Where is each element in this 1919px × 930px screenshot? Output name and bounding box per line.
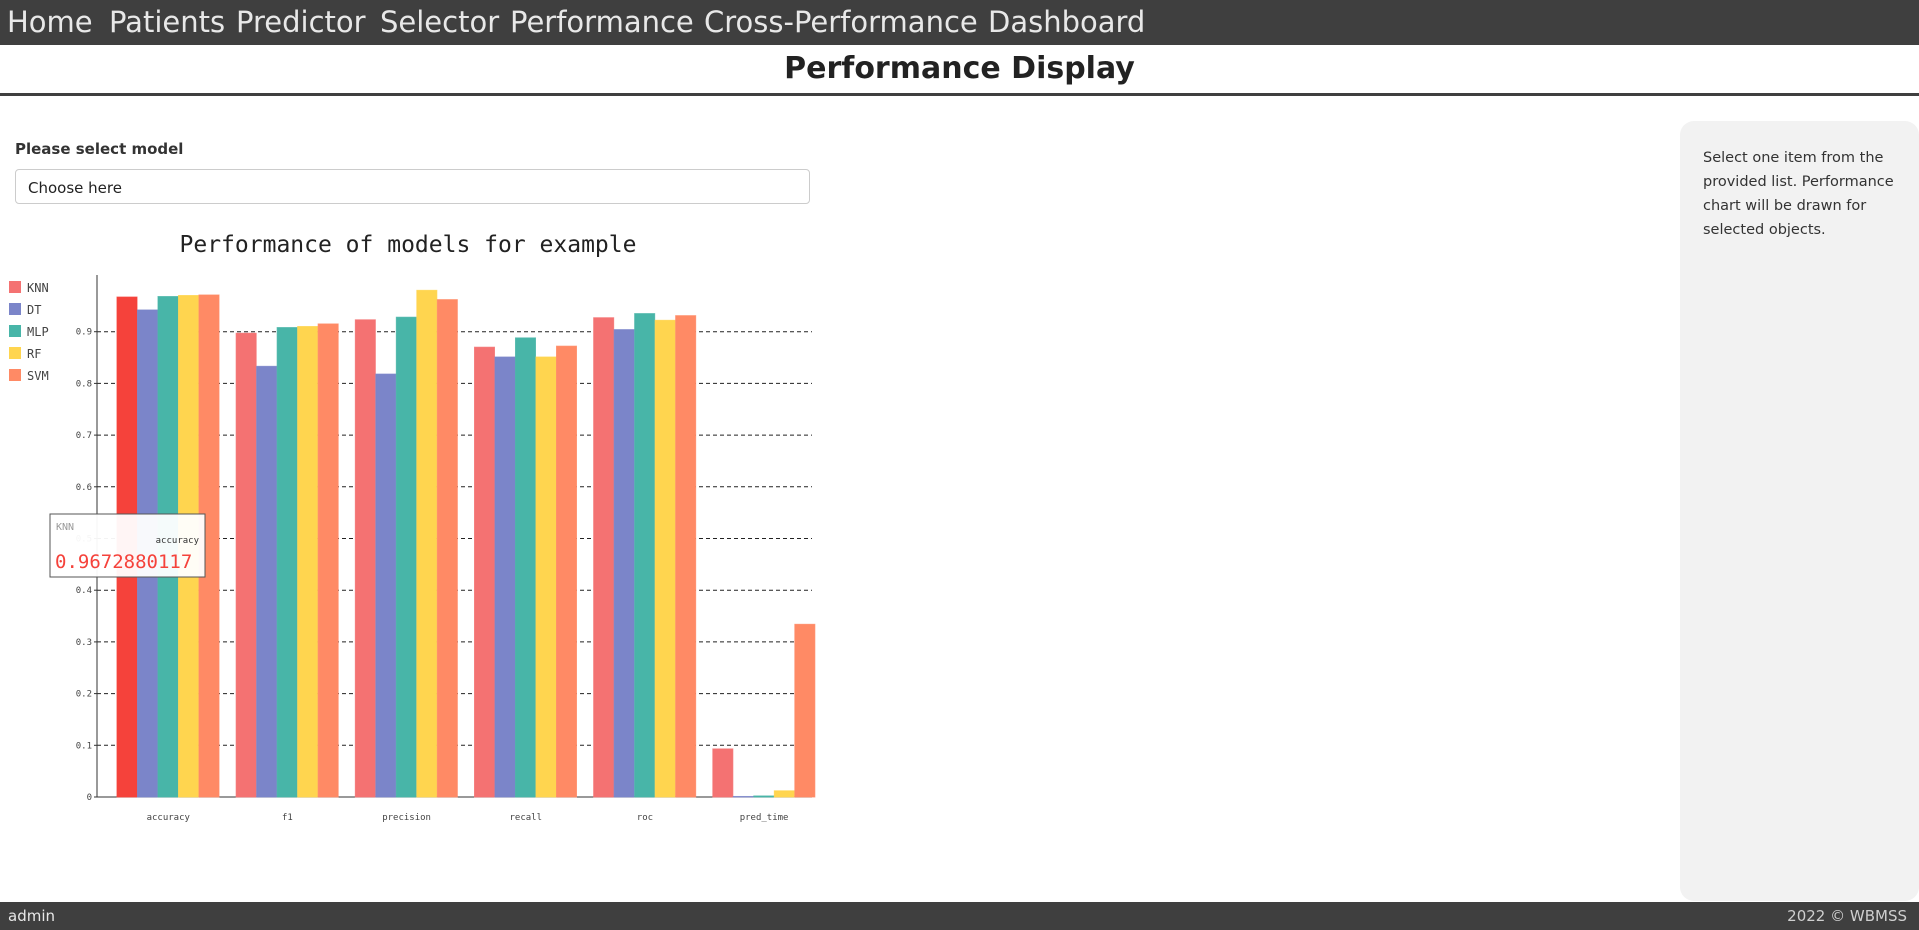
help-text: Select one item from the provided list. … [1703,150,1894,238]
nav-performance-link[interactable]: Performance [510,2,694,42]
bar-svm-precision [436,299,458,798]
bar-dt-pred-time [732,795,754,798]
nav-patients-link[interactable]: Patients [109,2,225,42]
footer-copyright: 2022 © WBMSS [1787,907,1907,925]
nav-selector-link[interactable]: Selector [380,2,499,42]
bar-knn-recall [474,346,495,798]
footer-username: admin [8,907,55,925]
tooltip-category-label: accuracy [156,536,200,546]
bar-rf-pred-time [773,790,795,798]
legend-label-rf: RF [27,347,41,361]
y-tick-label: 0.1 [76,741,92,751]
bar-mlp-recall [515,337,536,798]
chart-title: Performance of models for example [180,232,637,258]
x-tick-label: precision [382,813,431,823]
bar-dt-roc [613,329,635,798]
legend-swatch-dt [9,303,21,315]
page-title: Performance Display [784,51,1135,86]
footer: admin 2022 © WBMSS [0,902,1919,930]
y-tick-label: 0.8 [76,379,92,389]
bar-svm-recall [556,345,577,798]
model-select-dropdown[interactable]: Choose here [15,169,810,204]
legend-swatch-rf [9,347,21,359]
bar-mlp-pred-time [753,795,775,798]
model-select-placeholder: Choose here [28,179,122,197]
bar-mlp-roc [634,313,656,798]
nav-home-link[interactable]: Home [7,2,93,42]
y-tick-label: 0 [87,793,92,803]
x-tick-label: roc [637,813,653,823]
x-tick-label: recall [509,813,542,823]
bar-knn-precision [354,319,376,798]
help-panel: Select one item from the provided list. … [1680,121,1919,901]
legend-swatch-svm [9,369,21,381]
bar-rf-precision [416,289,438,798]
bar-knn-f1 [235,332,257,798]
bar-knn-roc [593,317,615,798]
bar-svm-roc [675,315,697,798]
chart-tooltip: KNN accuracy 0.9672880117 [49,513,206,578]
bar-svm-f1 [317,323,339,798]
performance-chart: Performance of models for example 0 0.1 0.… [9,232,816,823]
nav-cross-performance-link[interactable]: Cross-Performance [704,2,978,42]
bar-rf-recall [535,356,557,798]
bar-dt-precision [375,373,397,798]
bar-mlp-precision [395,316,417,798]
y-tick-label: 0.3 [76,638,92,648]
model-select-label: Please select model [15,140,184,158]
page-header: Performance Display [0,45,1919,96]
y-tick-label: 0.6 [76,483,92,493]
bar-rf-roc [654,319,676,798]
legend-label-dt: DT [27,303,41,317]
tooltip-value: 0.9672880117 [55,551,192,573]
bar-dt-recall [494,356,516,798]
bar-rf-f1 [297,326,319,798]
legend-label-svm: SVM [27,369,49,383]
legend-swatch-knn [9,281,21,293]
bar-svm-pred-time [794,623,816,798]
tooltip-series-label: KNN [56,522,74,533]
top-navigation-bar: Home Patients Predictor Selector Perform… [0,0,1919,45]
x-tick-label: accuracy [147,813,191,823]
chart-bars [116,289,816,798]
x-tick-label: f1 [282,813,293,823]
x-tick-label: pred_time [740,813,789,823]
nav-dashboard-link[interactable]: Dashboard [988,2,1145,42]
y-tick-label: 0.7 [76,431,92,441]
nav-predictor-link[interactable]: Predictor [236,2,366,42]
bar-dt-f1 [256,365,278,798]
bar-mlp-f1 [276,327,298,798]
chart-legend: KNN DT MLP RF SVM [9,281,49,383]
bar-knn-pred-time [712,748,734,798]
legend-label-mlp: MLP [27,325,49,339]
y-tick-label: 0.2 [76,690,92,700]
legend-swatch-mlp [9,325,21,337]
y-tick-label: 0.4 [76,586,92,596]
y-tick-label: 0.9 [76,328,92,338]
legend-label-knn: KNN [27,281,49,295]
